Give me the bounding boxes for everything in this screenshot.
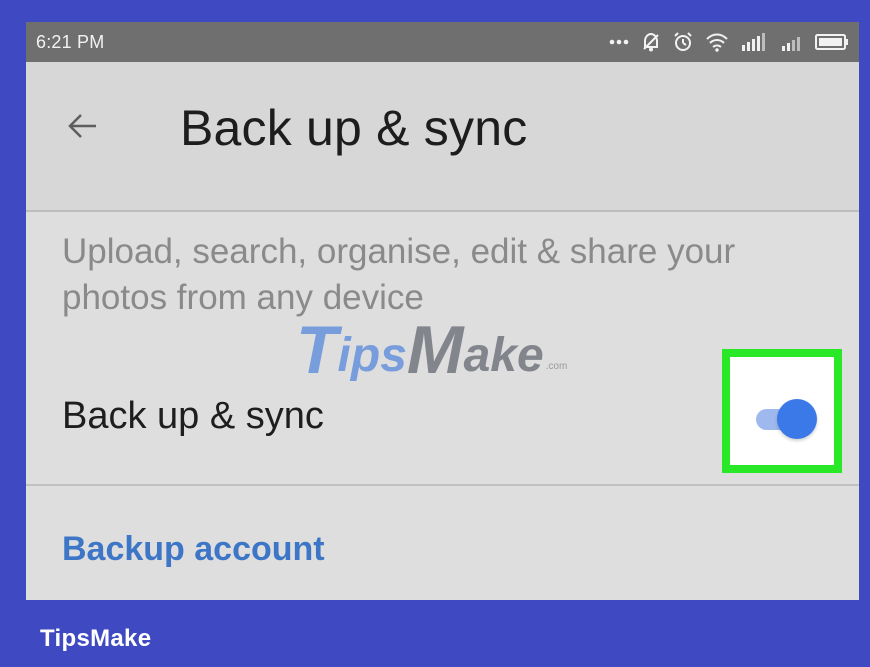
backup-account-label: Backup account [62, 530, 325, 568]
backup-sync-toggle[interactable] [777, 399, 817, 439]
notifications-off-icon [641, 31, 661, 53]
page-title: Back up & sync [180, 100, 528, 156]
toggle-highlight [722, 349, 842, 473]
status-icons [609, 29, 849, 55]
signal-icon [741, 32, 769, 52]
phone-screen: 6:21 PM Back up & sync Upload, search, o… [26, 22, 859, 600]
feature-description: Upload, search, organise, edit & share y… [62, 232, 736, 317]
alarm-icon [673, 31, 693, 53]
back-button[interactable] [60, 105, 106, 151]
status-time: 6:21 PM [36, 32, 105, 52]
wifi-icon [705, 32, 729, 52]
footer-brand: TipsMake [40, 625, 152, 652]
more-dots-icon [609, 38, 629, 46]
signal-secondary-icon [781, 32, 803, 52]
arrow-back-icon [65, 108, 101, 149]
backup-sync-setting-row[interactable]: Back up & sync [26, 345, 859, 486]
image-frame: 6:21 PM Back up & sync Upload, search, o… [0, 0, 870, 667]
battery-icon [815, 33, 849, 51]
backup-account-row[interactable]: Backup account [26, 486, 859, 600]
app-bar: Back up & sync [26, 62, 859, 212]
setting-label: Back up & sync [62, 395, 324, 437]
status-bar: 6:21 PM [26, 22, 859, 62]
